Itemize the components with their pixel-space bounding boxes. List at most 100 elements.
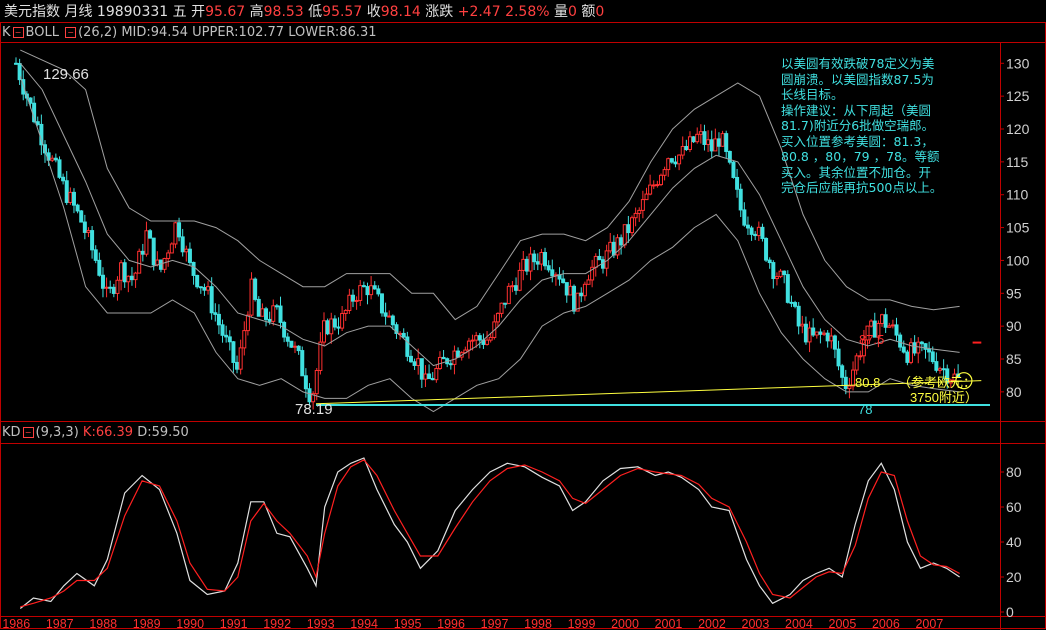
candle-down: [296, 345, 301, 352]
candle-down: [14, 62, 18, 65]
kd-d-line: [20, 459, 960, 608]
candle-up: [890, 324, 895, 327]
candle-down: [843, 376, 848, 390]
candle-up: [245, 314, 250, 332]
candle-up: [510, 285, 515, 288]
price-tick-label: 85: [1006, 351, 1022, 367]
candle-down: [550, 269, 555, 277]
candle-up: [774, 276, 779, 280]
candle-up: [104, 286, 109, 289]
candle-up: [506, 285, 511, 305]
candle-down: [213, 312, 218, 315]
candle-up: [880, 314, 885, 324]
candle-down: [282, 321, 287, 338]
year-label: 1987: [46, 617, 74, 630]
boll-settings-icon[interactable]: −: [65, 27, 77, 38]
candle-down: [278, 305, 283, 323]
candle-up: [629, 217, 634, 234]
candle-up: [144, 230, 149, 255]
candle-down: [753, 233, 758, 237]
candle-up: [162, 257, 167, 270]
candle-down: [898, 334, 903, 348]
price-tick-label: 110: [1006, 187, 1029, 203]
candle-down: [79, 210, 84, 223]
candle-up: [568, 285, 573, 296]
year-label: 1993: [307, 617, 335, 630]
candle-down: [227, 336, 232, 343]
candle-down: [919, 341, 924, 345]
candle-down: [61, 176, 66, 182]
candle-down: [514, 285, 519, 291]
year-label: 1992: [263, 617, 291, 630]
year-label: 2006: [872, 617, 900, 630]
kd-name[interactable]: KD: [2, 425, 21, 440]
candle-down: [532, 253, 537, 263]
candle-down: [198, 286, 203, 289]
year-label: 1994: [350, 617, 378, 630]
ref-line-trend: [316, 380, 982, 405]
year-label: 1990: [176, 617, 204, 630]
year-label: 1997: [481, 617, 509, 630]
year-label: 1989: [133, 617, 161, 630]
candle-down: [267, 318, 272, 322]
strategy-note: 以美圆有效跌破78定义为美 圆崩溃。以美圆指数87.5为 长线目标。 操作建议：从下周…: [781, 56, 976, 196]
candle-up: [644, 193, 649, 201]
candle-down: [825, 332, 830, 342]
candle-up: [651, 184, 656, 187]
boll-name[interactable]: BOLL: [26, 25, 59, 40]
candle-down: [742, 209, 747, 226]
quote-header: 美元指数 月线 19890331 五 开95.67 高98.53 低95.57 …: [4, 3, 604, 21]
candle-up: [249, 278, 254, 316]
period-label[interactable]: 月线: [64, 4, 92, 20]
candle-up: [517, 269, 522, 291]
candle-down: [303, 375, 308, 390]
candle-up: [593, 255, 598, 268]
candle-down: [579, 292, 584, 297]
year-label: 1998: [524, 617, 552, 630]
candle-down: [202, 287, 207, 291]
candle-up: [666, 158, 671, 171]
peak-label: 129.66: [43, 66, 89, 83]
candle-down: [122, 262, 127, 283]
candle-up: [658, 174, 663, 186]
candle-up: [169, 243, 174, 254]
boll-mid: MID:94.54: [121, 25, 188, 40]
candle-down: [524, 258, 529, 272]
candle-down: [503, 302, 508, 305]
candle-down: [216, 313, 221, 326]
candle-down: [111, 286, 116, 294]
kd-panel: [19, 457, 960, 609]
candle-down: [477, 335, 482, 341]
candle-up: [829, 335, 834, 342]
candle-up: [706, 139, 711, 145]
candle-up: [640, 199, 645, 211]
year-label: 1986: [2, 617, 30, 630]
note-line: 圆崩溃。以美圆指数87.5为: [781, 71, 934, 87]
candle-up: [680, 145, 685, 156]
candle-up: [622, 224, 627, 246]
price-tick-label: 105: [1006, 220, 1030, 236]
candle-up: [488, 336, 493, 341]
candle-down: [350, 294, 355, 302]
year-label: 2001: [655, 617, 683, 630]
candle-down: [767, 259, 772, 264]
kd-toggle-icon[interactable]: −: [22, 427, 34, 438]
candle-down: [71, 191, 76, 206]
candle-down: [803, 323, 808, 343]
high-value: 98.53: [263, 4, 304, 20]
candle-down: [561, 278, 566, 284]
candle-up: [778, 270, 783, 278]
change-percent: 2.58%: [505, 4, 550, 20]
candle-up: [858, 355, 863, 358]
trough-label: 78.19: [295, 401, 333, 418]
candle-up: [50, 157, 55, 161]
candle-up: [637, 209, 642, 214]
candle-down: [535, 261, 540, 265]
open-value: 95.67: [205, 4, 246, 20]
candle-up: [133, 272, 138, 281]
boll-toggle-icon[interactable]: −: [12, 27, 24, 38]
candle-up: [539, 252, 544, 265]
candle-up: [608, 241, 613, 252]
kd-d-value: D:59.50: [137, 425, 189, 440]
candle-down: [195, 274, 200, 288]
